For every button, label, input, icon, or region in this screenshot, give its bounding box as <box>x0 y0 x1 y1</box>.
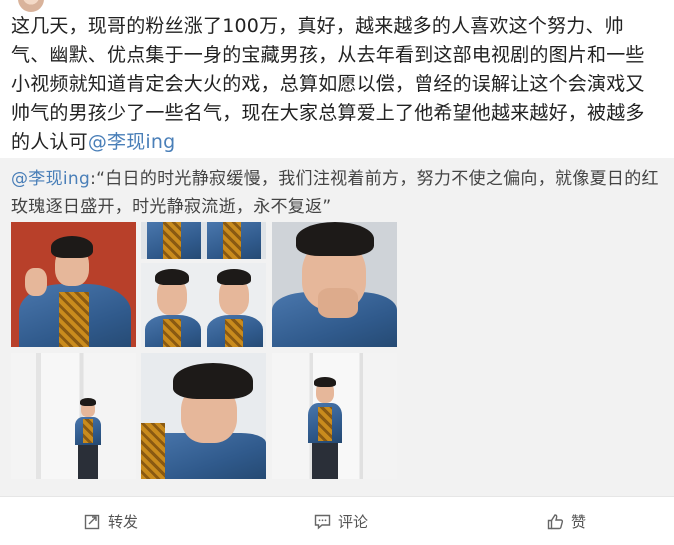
thumbs-up-icon <box>547 514 564 530</box>
photo-5[interactable] <box>11 353 136 479</box>
photo-7[interactable] <box>272 353 397 479</box>
weibo-post: 这几天，现哥的粉丝涨了100万，真好，越来越多的人喜欢这个努力、帅气、幽默、优点… <box>0 0 674 545</box>
repost-body: @李现ing:“白日的时光静寂缓慢，我们注视着前方，努力不使之偏向，就像夏日的红… <box>11 165 661 221</box>
post-body: 这几天，现哥的粉丝涨了100万，真好，越来越多的人喜欢这个努力、帅气、幽默、优点… <box>11 12 661 157</box>
repost-author-link[interactable]: @李现ing <box>11 169 90 189</box>
photo-3[interactable] <box>141 263 266 347</box>
forward-button[interactable]: 转发 <box>84 497 138 545</box>
avatar[interactable] <box>18 0 44 12</box>
comment-button[interactable]: 评论 <box>314 497 368 545</box>
repost-card[interactable]: @李现ing:“白日的时光静寂缓慢，我们注视着前方，努力不使之偏向，就像夏日的红… <box>0 158 674 496</box>
comment-icon <box>314 514 331 530</box>
photo-1[interactable] <box>11 222 136 347</box>
comment-label: 评论 <box>338 513 369 531</box>
photo-4[interactable] <box>272 222 397 347</box>
photo-2[interactable] <box>141 222 266 259</box>
photo-6[interactable] <box>141 353 266 479</box>
action-bar: 转发 评论 赞 <box>0 496 674 545</box>
like-button[interactable]: 赞 <box>547 497 586 545</box>
repost-text: :“白日的时光静寂缓慢，我们注视着前方，努力不使之偏向，就像夏日的红玫瑰逐日盛开… <box>11 169 659 217</box>
mention-link[interactable]: @李现ing <box>88 131 176 153</box>
like-label: 赞 <box>571 513 587 531</box>
forward-label: 转发 <box>108 513 139 531</box>
forward-icon <box>84 514 100 530</box>
